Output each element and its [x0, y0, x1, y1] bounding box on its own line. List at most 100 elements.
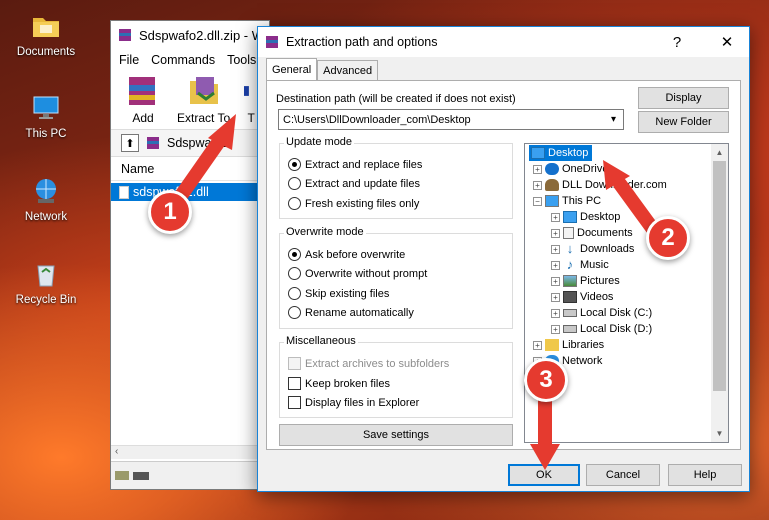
option-label: Extract and replace files [305, 158, 423, 171]
dialog-title-bar[interactable]: Extraction path and options ? ✕ [258, 27, 749, 57]
desktop-icon-this-pc[interactable]: This PC [6, 92, 86, 140]
tree-item-pictures[interactable]: + Pictures [551, 273, 620, 289]
radio-button[interactable] [288, 158, 301, 171]
radio-button[interactable] [288, 287, 301, 300]
scroll-up-icon[interactable]: ▲ [711, 144, 728, 161]
destination-path-combobox[interactable]: C:\Users\DllDownloader_com\Desktop ▾ [278, 109, 624, 130]
recycle-bin-icon [37, 265, 55, 287]
radio-button[interactable] [288, 267, 301, 280]
tree-scrollbar[interactable]: ▲ ▼ [711, 144, 728, 442]
winrar-window: Sdspwafo2.dll.zip - W File Commands Tool… [110, 20, 270, 490]
tree-item-label: Local Disk (D:) [580, 323, 653, 335]
user-icon [545, 179, 559, 191]
tree-item-documents[interactable]: + Documents [551, 225, 633, 241]
add-archive-icon [129, 77, 155, 105]
picture-icon [563, 275, 577, 287]
expand-icon[interactable]: + [551, 244, 560, 254]
tree-item-desktop[interactable]: Desktop [529, 145, 593, 161]
tree-item-downloads[interactable]: + ↓ Downloads [551, 241, 634, 257]
key-icon [133, 471, 149, 480]
expand-icon[interactable]: + [551, 212, 560, 222]
chevron-down-icon[interactable]: ▾ [606, 112, 621, 127]
collapse-icon[interactable]: − [533, 196, 542, 206]
radio-button[interactable] [288, 177, 301, 190]
checkbox-extract-to-subfolders: Extract archives to subfolders [288, 357, 449, 370]
radio-rename-automatically[interactable]: Rename automatically [288, 306, 414, 319]
expand-icon[interactable]: + [533, 180, 542, 190]
tree-item-videos[interactable]: + Videos [551, 289, 613, 305]
radio-extract-replace[interactable]: Extract and replace files [288, 158, 422, 171]
radio-overwrite-without-prompt[interactable]: Overwrite without prompt [288, 267, 427, 280]
tree-item-this-pc[interactable]: − This PC [533, 193, 601, 209]
extract-to-button[interactable]: Extract To [177, 73, 230, 125]
add-button[interactable]: Add [123, 73, 163, 125]
tree-item-onedrive[interactable]: + OneDrive [533, 161, 608, 177]
help-title-button[interactable]: ? [655, 27, 699, 57]
expand-icon[interactable]: + [551, 308, 560, 318]
desktop-icon-recycle-bin[interactable]: Recycle Bin [6, 258, 86, 306]
option-label: Display files in Explorer [305, 396, 420, 409]
save-settings-button[interactable]: Save settings [279, 424, 513, 446]
tab-general[interactable]: General [266, 58, 318, 80]
menu-tools[interactable]: Tools [227, 53, 256, 67]
column-header-name[interactable]: Name [111, 157, 269, 181]
winrar-app-icon [266, 36, 278, 48]
step-badge-3: 3 [524, 358, 568, 402]
tree-item-label: Videos [580, 291, 614, 303]
radio-button[interactable] [288, 197, 301, 210]
radio-button[interactable] [288, 248, 301, 261]
desktop-icon-network[interactable]: Network [6, 175, 86, 223]
toolbar-t-label: T [247, 111, 255, 125]
expand-icon[interactable]: + [551, 292, 560, 302]
up-folder-icon[interactable]: ⬆ [121, 134, 139, 152]
computer-icon [33, 96, 59, 119]
expand-icon[interactable]: + [533, 340, 542, 350]
scroll-thumb[interactable] [713, 161, 726, 391]
tab-advanced[interactable]: Advanced [317, 60, 379, 80]
radio-extract-update[interactable]: Extract and update files [288, 177, 420, 190]
expand-icon[interactable]: + [551, 276, 560, 286]
ok-button[interactable]: OK [508, 464, 580, 486]
radio-ask-before-overwrite[interactable]: Ask before overwrite [288, 248, 405, 261]
option-label: Extract and update files [305, 177, 420, 190]
network-icon [36, 179, 56, 203]
checkbox-keep-broken-files[interactable]: Keep broken files [288, 377, 390, 390]
radio-button[interactable] [288, 306, 301, 319]
winrar-toolbar: Add Extract To T [111, 71, 269, 129]
help-button[interactable]: Help [668, 464, 742, 486]
update-mode-group: Update mode Extract and replace files Ex… [279, 136, 513, 219]
radio-skip-existing[interactable]: Skip existing files [288, 287, 389, 300]
tree-item-libraries[interactable]: + Libraries [533, 337, 604, 353]
tree-item-local-disk-c[interactable]: + Local Disk (C:) [551, 305, 652, 321]
library-folder-icon [545, 339, 559, 351]
display-button[interactable]: Display [638, 87, 729, 109]
checkbox-display-in-explorer[interactable]: Display files in Explorer [288, 396, 419, 409]
tree-item-pc-desktop[interactable]: + Desktop [551, 209, 620, 225]
cancel-button[interactable]: Cancel [586, 464, 660, 486]
expand-icon[interactable]: + [551, 260, 560, 270]
tree-item-label: Music [580, 259, 609, 271]
winrar-address-bar[interactable]: ⬆ Sdspwafo2 [111, 129, 269, 157]
checkbox[interactable] [288, 377, 301, 390]
menu-commands[interactable]: Commands [151, 53, 215, 67]
tree-item-dll-downloader[interactable]: + DLL Downloader.com [533, 177, 667, 193]
scroll-down-icon[interactable]: ▼ [711, 425, 728, 442]
expand-icon[interactable]: + [533, 164, 542, 174]
expand-icon[interactable]: + [551, 228, 560, 238]
radio-fresh-existing[interactable]: Fresh existing files only [288, 197, 419, 210]
tree-item-label: OneDrive [562, 163, 609, 175]
expand-icon[interactable]: + [551, 324, 560, 334]
cloud-icon [545, 163, 559, 175]
winrar-title-bar[interactable]: Sdspwafo2.dll.zip - W [111, 21, 269, 49]
desktop-icon-documents[interactable]: Documents [6, 10, 86, 58]
new-folder-button[interactable]: New Folder [638, 111, 729, 133]
tree-item-music[interactable]: + ♪ Music [551, 257, 609, 273]
menu-file[interactable]: File [119, 53, 139, 67]
close-icon[interactable]: ✕ [705, 27, 749, 57]
tree-item-label: Desktop [580, 211, 621, 223]
step-badge-2: 2 [646, 216, 690, 260]
general-tab-panel: Destination path (will be created if doe… [266, 80, 741, 450]
checkbox[interactable] [288, 396, 301, 409]
tree-item-local-disk-d[interactable]: + Local Disk (D:) [551, 321, 652, 337]
horizontal-scrollbar[interactable]: ‹ [111, 445, 269, 459]
